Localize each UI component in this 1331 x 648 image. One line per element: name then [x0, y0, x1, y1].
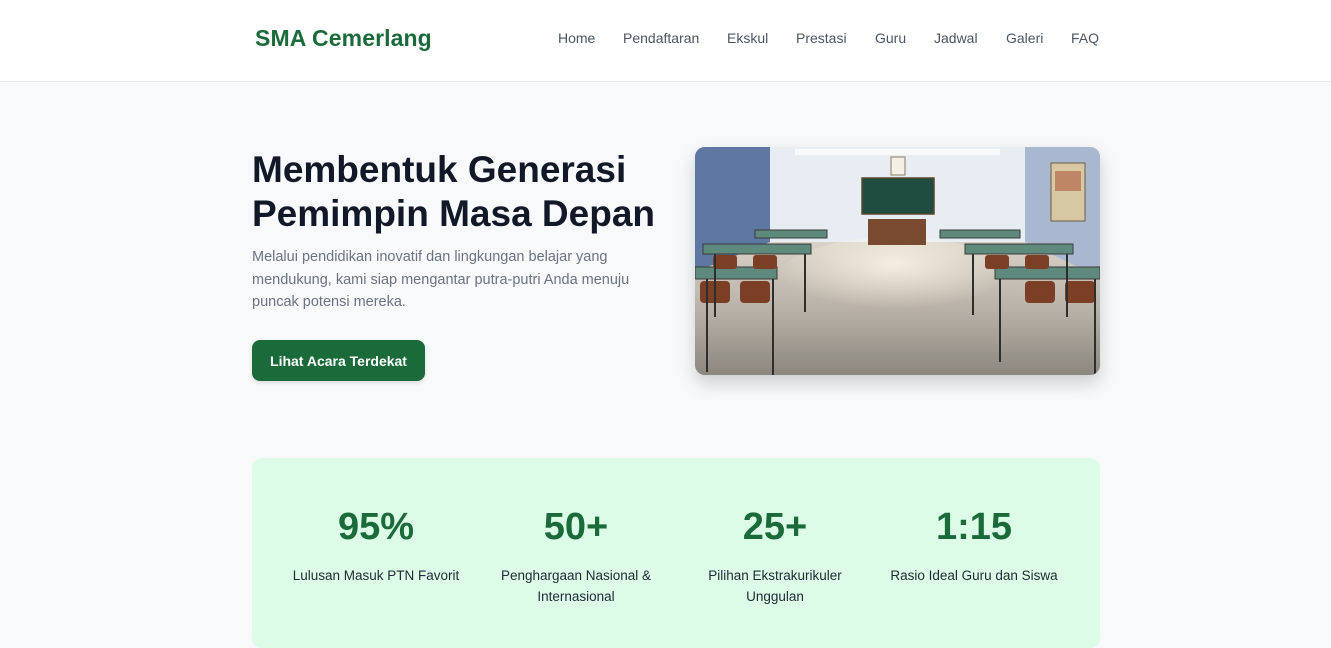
stat-value: 95%: [337, 506, 415, 548]
stat-item: 1:15 Rasio Ideal Guru dan Siswa: [874, 506, 1074, 586]
stat-item: 25+ Pilihan Ekstrakurikuler Unggulan: [675, 506, 875, 607]
stats-panel: 95% Lulusan Masuk PTN Favorit 50+ Pengha…: [252, 458, 1100, 648]
stat-label: Rasio Ideal Guru dan Siswa: [890, 568, 1058, 583]
nav-link-jadwal[interactable]: Jadwal: [934, 30, 978, 46]
nav-link-pendaftaran[interactable]: Pendaftaran: [623, 30, 699, 46]
stat-label: Pilihan Ekstrakurikuler Unggulan: [708, 568, 842, 604]
stat-value: 50+: [543, 506, 609, 548]
nav-link-home[interactable]: Home: [558, 30, 595, 46]
stat-label: Penghargaan Nasional & Internasional: [500, 568, 652, 604]
main-nav: Home Pendaftaran Ekskul Prestasi Guru Ja…: [0, 30, 1331, 50]
stat-item: 50+ Penghargaan Nasional & Internasional: [476, 506, 676, 607]
hero-title: Membentuk Generasi Pemimpin Masa Depan: [252, 149, 656, 234]
nav-link-galeri[interactable]: Galeri: [1006, 30, 1043, 46]
nav-link-ekskul[interactable]: Ekskul: [727, 30, 768, 46]
stat-value: 1:15: [935, 506, 1013, 548]
upcoming-events-button[interactable]: Lihat Acara Terdekat: [252, 340, 425, 381]
classroom-photo: [695, 147, 1100, 375]
nav-link-prestasi[interactable]: Prestasi: [796, 30, 847, 46]
stat-item: 95% Lulusan Masuk PTN Favorit: [276, 506, 476, 586]
stat-value: 25+: [742, 506, 808, 548]
stat-label: Lulusan Masuk PTN Favorit: [292, 568, 460, 583]
nav-link-guru[interactable]: Guru: [875, 30, 906, 46]
top-navbar: SMA Cemerlang Home Pendaftaran Ekskul Pr…: [0, 0, 1331, 82]
hero-subtitle: Melalui pendidikan inovatif dan lingkung…: [252, 249, 630, 310]
nav-link-faq[interactable]: FAQ: [1071, 30, 1099, 46]
